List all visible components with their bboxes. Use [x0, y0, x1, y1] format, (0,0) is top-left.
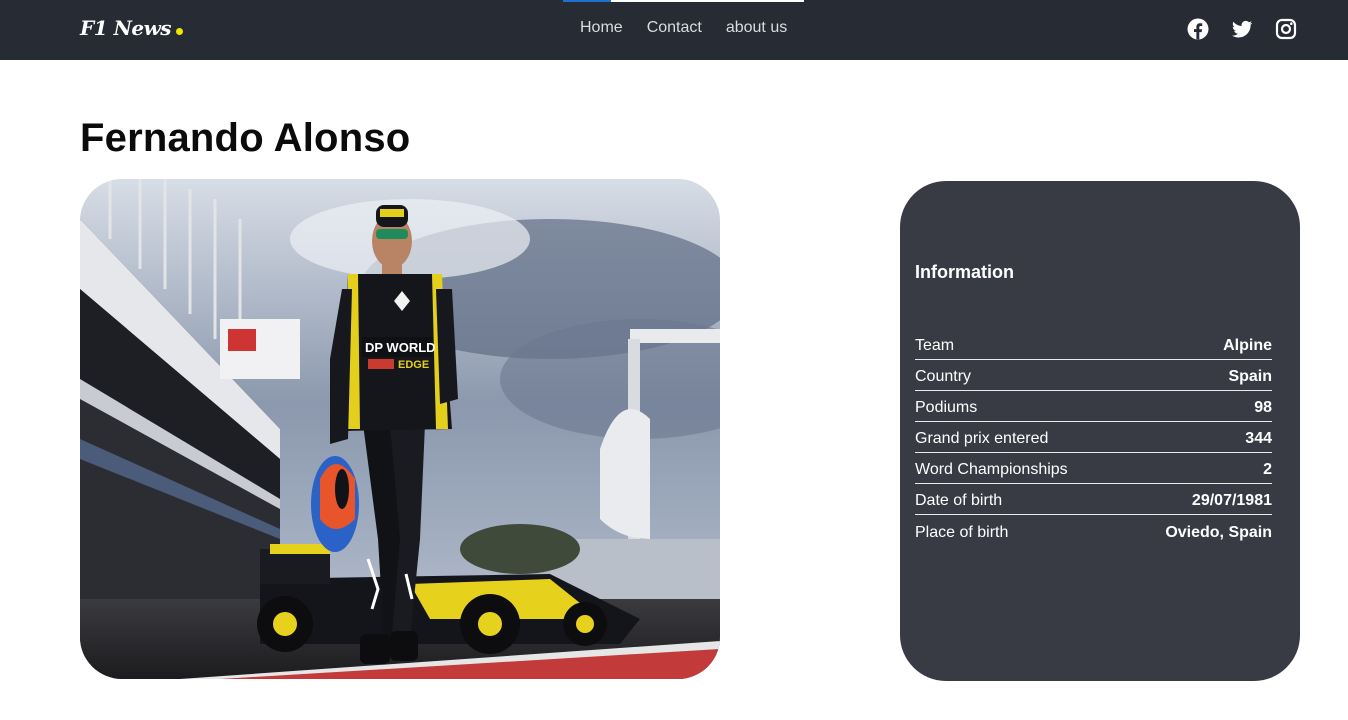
info-row-podiums: Podiums 98	[915, 391, 1272, 422]
driver-info-card: Information Team Alpine Country Spain Po…	[900, 181, 1300, 681]
main-nav: Home Contact about us	[580, 19, 787, 37]
svg-text:DP WORLD: DP WORLD	[365, 340, 436, 355]
info-value: Alpine	[1223, 337, 1272, 354]
info-row-country: Country Spain	[915, 360, 1272, 391]
top-navbar: F1 News Home Contact about us	[0, 0, 1348, 60]
scroll-progress-fill	[563, 0, 612, 2]
facebook-icon[interactable]	[1186, 17, 1210, 41]
twitter-icon[interactable]	[1230, 17, 1254, 41]
info-heading: Information	[915, 262, 1014, 282]
instagram-icon[interactable]	[1274, 17, 1298, 41]
info-row-place-of-birth: Place of birth Oviedo, Spain	[915, 515, 1272, 546]
logo-dot	[176, 28, 184, 35]
info-value: 29/07/1981	[1191, 492, 1272, 509]
driver-photo: DP WORLD EDGE	[80, 179, 720, 679]
info-value: Spain	[1228, 368, 1272, 385]
info-label: Podiums	[915, 399, 978, 416]
nav-link-home[interactable]: Home	[580, 19, 623, 37]
scroll-progress-bar	[563, 0, 804, 2]
info-value: 2	[1263, 461, 1272, 478]
nav-link-contact[interactable]: Contact	[647, 19, 702, 37]
info-value: 344	[1245, 430, 1272, 447]
driver-name-heading: Fernando Alonso	[80, 116, 411, 160]
info-value: 98	[1254, 399, 1272, 416]
nav-link-about-us[interactable]: about us	[726, 19, 787, 37]
info-label: Team	[915, 337, 955, 354]
info-label: Date of birth	[915, 492, 1003, 509]
site-logo[interactable]: F1 News	[80, 16, 184, 44]
social-links	[1186, 17, 1298, 41]
info-row-world-championships: Word Championships 2	[915, 453, 1272, 484]
info-row-team: Team Alpine	[915, 329, 1272, 360]
info-row-date-of-birth: Date of birth 29/07/1981	[915, 484, 1272, 515]
info-row-grand-prix-entered: Grand prix entered 344	[915, 422, 1272, 453]
info-value: Oviedo, Spain	[1165, 524, 1272, 541]
info-label: Place of birth	[915, 524, 1009, 541]
svg-text:EDGE: EDGE	[398, 359, 429, 371]
info-table: Team Alpine Country Spain Podiums 98 Gra…	[915, 329, 1272, 546]
info-label: Country	[915, 368, 972, 385]
info-label: Grand prix entered	[915, 430, 1049, 447]
info-label: Word Championships	[915, 461, 1068, 478]
logo-text: F1 News	[80, 16, 172, 40]
